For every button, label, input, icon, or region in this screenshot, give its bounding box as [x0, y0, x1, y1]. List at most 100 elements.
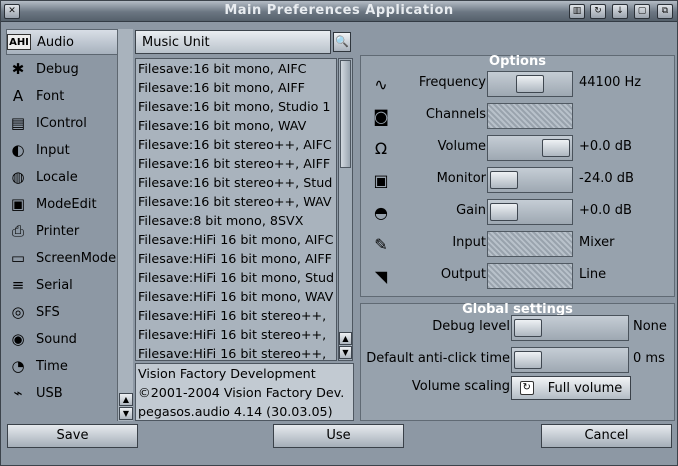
sidebar-item-modeedit[interactable]: ▣ ModeEdit: [6, 191, 118, 217]
title-bar[interactable]: ✕ Main Preferences Application ▥ ↻ ↓ ▢ ⧉: [1, 1, 677, 22]
snapshot-gadget-icon[interactable]: ↓: [612, 4, 628, 19]
input-slider: [487, 231, 573, 257]
mode-list-item[interactable]: Filesave:16 bit stereo++, Stud: [136, 173, 336, 192]
sidebar-item-font[interactable]: A Font: [6, 83, 118, 109]
mode-list-item[interactable]: Filesave:HiFi 16 bit mono, WAV: [136, 287, 336, 306]
volume-value: +0.0 dB: [579, 139, 632, 154]
info-line-version: pegasos.audio 4.14 (30.03.05): [138, 404, 333, 419]
scroll-down-arrow-icon[interactable]: ▼: [339, 346, 352, 359]
save-button[interactable]: Save: [7, 424, 138, 448]
gain-slider[interactable]: [487, 199, 573, 225]
gain-row: ◓ Gain +0.0 dB: [361, 198, 676, 226]
main-window: ✕ Main Preferences Application ▥ ↻ ↓ ▢ ⧉…: [0, 0, 678, 466]
sidebar-item-locale[interactable]: ◍ Locale: [6, 164, 118, 190]
volume-scaling-value: Full volume: [547, 380, 623, 396]
printer-icon: ⎙: [11, 222, 24, 240]
sidebar-item-label: Input: [36, 142, 70, 158]
cancel-button[interactable]: Cancel: [541, 424, 672, 448]
monitor-slider[interactable]: [487, 167, 573, 193]
frequency-value: 44100 Hz: [579, 75, 642, 90]
slider-knob[interactable]: [490, 203, 518, 221]
screen-icon: ▭: [10, 249, 26, 267]
mode-list-item[interactable]: Filesave:HiFi 16 bit mono, AIFC: [136, 230, 336, 249]
mode-list-scroll-thumb[interactable]: [340, 60, 351, 168]
debug-level-slider[interactable]: [511, 315, 629, 341]
scroll-up-arrow-icon[interactable]: ▲: [119, 393, 133, 406]
scroll-up-arrow-icon[interactable]: ▲: [339, 332, 352, 345]
mode-list-item[interactable]: Filesave:HiFi 16 bit stereo++,: [136, 344, 336, 360]
mode-list-item[interactable]: Filesave:HiFi 16 bit stereo++,: [136, 325, 336, 344]
sidebar-item-label: Locale: [36, 169, 78, 185]
anticlick-slider[interactable]: [511, 347, 629, 373]
mouse-icon: ◐: [11, 141, 25, 159]
sidebar-item-input[interactable]: ◐ Input: [6, 137, 118, 163]
sidebar-item-label: Font: [36, 88, 65, 104]
mode-list-item[interactable]: Filesave:16 bit mono, WAV: [136, 116, 336, 135]
sidebar-item-sound[interactable]: ◉ Sound: [6, 326, 118, 352]
slider-knob[interactable]: [542, 139, 570, 157]
sidebar-item-screenmode[interactable]: ▭ ScreenMode: [6, 245, 118, 271]
mode-list-item[interactable]: Filesave:16 bit mono, Studio 1: [136, 97, 336, 116]
sidebar-item-debug[interactable]: ✱ Debug: [6, 56, 118, 82]
use-button[interactable]: Use: [273, 424, 404, 448]
volume-slider[interactable]: [487, 135, 573, 161]
mode-list[interactable]: Filesave:16 bit mono, AIFC Filesave:16 bi…: [135, 58, 337, 361]
depth-gadget-icon[interactable]: ⧉: [657, 4, 673, 19]
scroll-down-arrow-icon[interactable]: ▼: [119, 407, 133, 420]
slider-knob[interactable]: [514, 319, 542, 337]
mode-list-item[interactable]: Filesave:HiFi 16 bit mono, Stud: [136, 268, 336, 287]
input-label: Input: [452, 235, 486, 250]
slider-knob[interactable]: [490, 171, 518, 189]
sidebar-item-usb[interactable]: ⌁ USB: [6, 380, 118, 406]
headphones-icon: Ω: [374, 138, 388, 158]
sidebar-item-serial[interactable]: ≡ Serial: [6, 272, 118, 298]
mode-list-item[interactable]: Filesave:16 bit mono, AIFF: [136, 78, 336, 97]
frequency-slider[interactable]: [487, 71, 573, 97]
options-title: Options: [489, 54, 546, 69]
sidebar-item-icontrol[interactable]: ▤ IControl: [6, 110, 118, 136]
mode-list-item[interactable]: Filesave:16 bit stereo++, AIFF: [136, 154, 336, 173]
sidebar-item-label: IControl: [36, 115, 87, 131]
mode-list-item[interactable]: Filesave:HiFi 16 bit mono, AIFF: [136, 249, 336, 268]
unit-selector[interactable]: Music Unit: [135, 30, 331, 54]
mode-list-item[interactable]: Filesave:HiFi 16 bit stereo++,: [136, 306, 336, 325]
mode-list-item[interactable]: Filesave:16 bit stereo++, AIFC: [136, 135, 336, 154]
ahi-icon: AHI: [7, 34, 31, 50]
sidebar-item-sfs[interactable]: ◎ SFS: [6, 299, 118, 325]
unit-popup-button[interactable]: 🔍: [333, 32, 351, 52]
monitor-icon: ▣: [373, 170, 389, 190]
monitor-value: -24.0 dB: [579, 171, 634, 186]
output-row: ◥ Output Line: [361, 262, 676, 290]
bug-icon: ✱: [11, 60, 25, 78]
sidebar-item-printer[interactable]: ⎙ Printer: [6, 218, 118, 244]
slider-knob[interactable]: [514, 351, 542, 369]
serial-icon: ≡: [11, 276, 25, 294]
sidebar-item-label: Debug: [36, 61, 79, 77]
sidebar-item-label: Audio: [37, 34, 74, 50]
globe-icon: ◍: [11, 168, 25, 186]
sidebar-item-time[interactable]: ◔ Time: [6, 353, 118, 379]
disk-icon: ◎: [11, 303, 25, 321]
sidebar-item-audio[interactable]: AHI Audio: [6, 29, 118, 55]
debug-level-value: None: [633, 319, 667, 334]
zoom-gadget-icon[interactable]: ▢: [634, 4, 650, 19]
mode-list-item[interactable]: Filesave:16 bit mono, AIFC: [136, 59, 336, 78]
refresh-gadget-icon[interactable]: ↻: [590, 4, 606, 19]
info-line-copyright: ©2001-2004 Vision Factory Dev.: [138, 385, 345, 400]
mode-list-scrollbar[interactable]: ▲ ▼: [338, 58, 353, 361]
options-group: Options ∿ Frequency 44100 Hz ◙ Channels Ω Volu…: [360, 54, 676, 297]
prefs-list[interactable]: AHI Audio ✱ Debug A Font ▤ IControl ◐ Input ◍ Local…: [4, 29, 118, 421]
speaker-icon: ◙: [373, 106, 389, 126]
sidebar-item-label: Printer: [36, 223, 80, 239]
driver-info: Vision Factory Development ©2001-2004 Vi…: [135, 363, 354, 421]
prefs-list-scrollbar[interactable]: ▲ ▼: [117, 29, 133, 421]
volume-row: Ω Volume +0.0 dB: [361, 134, 676, 162]
mode-list-item[interactable]: Filesave:16 bit stereo++, WAV: [136, 192, 336, 211]
gain-label: Gain: [456, 203, 486, 218]
mode-list-item[interactable]: Filesave:8 bit mono, 8SVX: [136, 211, 336, 230]
iconify-gadget-icon[interactable]: ▥: [569, 4, 585, 19]
volume-scaling-cycle-button[interactable]: ↻ Full volume: [511, 376, 631, 400]
slider-knob[interactable]: [516, 75, 544, 93]
channels-slider: [487, 103, 573, 129]
gain-value: +0.0 dB: [579, 203, 632, 218]
